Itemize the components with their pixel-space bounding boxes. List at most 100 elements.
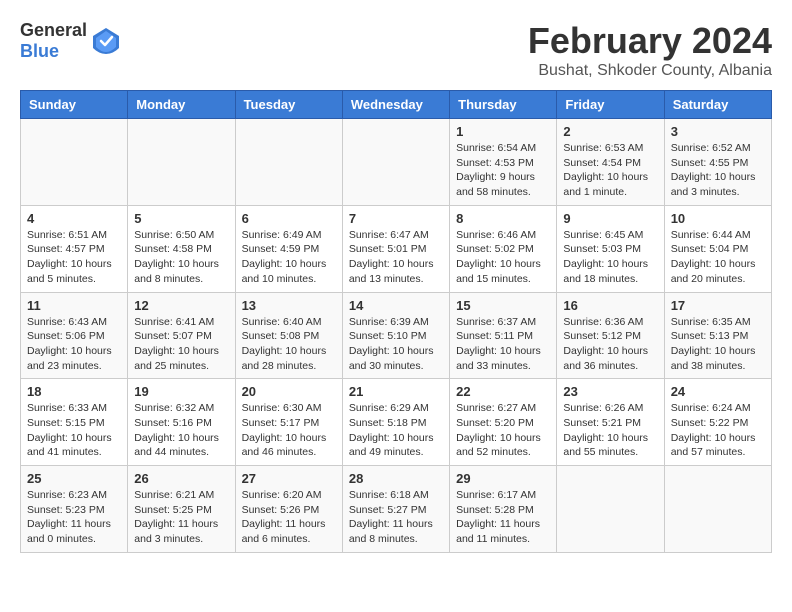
calendar-table: Sunday Monday Tuesday Wednesday Thursday…: [20, 90, 772, 553]
day-number: 24: [671, 384, 765, 399]
day-number: 21: [349, 384, 443, 399]
calendar-cell: 12 Sunrise: 6:41 AMSunset: 5:07 PMDayligh…: [128, 292, 235, 379]
day-number: 7: [349, 211, 443, 226]
calendar-cell: 25 Sunrise: 6:23 AMSunset: 5:23 PMDayligh…: [21, 466, 128, 553]
day-info: Sunrise: 6:51 AMSunset: 4:57 PMDaylight:…: [27, 228, 121, 287]
calendar-cell: [557, 466, 664, 553]
day-info: Sunrise: 6:20 AMSunset: 5:26 PMDaylight:…: [242, 488, 336, 547]
calendar-week-row: 1 Sunrise: 6:54 AMSunset: 4:53 PMDaylight…: [21, 119, 772, 206]
day-number: 5: [134, 211, 228, 226]
calendar-cell: 14Sunrise: 6:39 AMSunset: 5:10 PMDayligh…: [342, 292, 449, 379]
day-info: Sunrise: 6:24 AMSunset: 5:22 PMDaylight:…: [671, 401, 765, 460]
day-info: Sunrise: 6:30 AMSunset: 5:17 PMDaylight:…: [242, 401, 336, 460]
col-thursday: Thursday: [450, 91, 557, 119]
logo-general: General: [20, 20, 87, 40]
calendar-week-row: 18 Sunrise: 6:33 AMSunset: 5:15 PMDayligh…: [21, 379, 772, 466]
day-info: Sunrise: 6:43 AMSunset: 5:06 PMDaylight:…: [27, 315, 121, 374]
day-number: 3: [671, 124, 765, 139]
day-info: Sunrise: 6:52 AMSunset: 4:55 PMDaylight:…: [671, 141, 765, 200]
logo: General Blue: [20, 20, 121, 62]
calendar-cell: 20 Sunrise: 6:30 AMSunset: 5:17 PMDayligh…: [235, 379, 342, 466]
calendar-cell: [128, 119, 235, 206]
main-title: February 2024: [528, 20, 772, 62]
calendar-week-row: 11 Sunrise: 6:43 AMSunset: 5:06 PMDayligh…: [21, 292, 772, 379]
col-monday: Monday: [128, 91, 235, 119]
day-number: 10: [671, 211, 765, 226]
calendar-cell: 2Sunrise: 6:53 AMSunset: 4:54 PMDaylight…: [557, 119, 664, 206]
day-number: 16: [563, 298, 657, 313]
day-number: 13: [242, 298, 336, 313]
day-number: 12: [134, 298, 228, 313]
day-info: Sunrise: 6:26 AMSunset: 5:21 PMDaylight:…: [563, 401, 657, 460]
calendar-cell: 8Sunrise: 6:46 AMSunset: 5:02 PMDaylight…: [450, 205, 557, 292]
day-number: 18: [27, 384, 121, 399]
day-info: Sunrise: 6:40 AMSunset: 5:08 PMDaylight:…: [242, 315, 336, 374]
day-info: Sunrise: 6:29 AMSunset: 5:18 PMDaylight:…: [349, 401, 443, 460]
subtitle: Bushat, Shkoder County, Albania: [528, 62, 772, 80]
calendar-cell: 15 Sunrise: 6:37 AMSunset: 5:11 PMDayligh…: [450, 292, 557, 379]
calendar-cell: 23 Sunrise: 6:26 AMSunset: 5:21 PMDayligh…: [557, 379, 664, 466]
day-number: 4: [27, 211, 121, 226]
day-number: 26: [134, 471, 228, 486]
calendar-cell: 16Sunrise: 6:36 AMSunset: 5:12 PMDayligh…: [557, 292, 664, 379]
calendar-cell: 22Sunrise: 6:27 AMSunset: 5:20 PMDayligh…: [450, 379, 557, 466]
day-info: Sunrise: 6:45 AMSunset: 5:03 PMDaylight:…: [563, 228, 657, 287]
calendar-header-row: Sunday Monday Tuesday Wednesday Thursday…: [21, 91, 772, 119]
day-info: Sunrise: 6:18 AMSunset: 5:27 PMDaylight:…: [349, 488, 443, 547]
day-info: Sunrise: 6:17 AMSunset: 5:28 PMDaylight:…: [456, 488, 550, 547]
day-info: Sunrise: 6:41 AMSunset: 5:07 PMDaylight:…: [134, 315, 228, 374]
calendar-cell: 29 Sunrise: 6:17 AMSunset: 5:28 PMDayligh…: [450, 466, 557, 553]
day-number: 11: [27, 298, 121, 313]
day-number: 1: [456, 124, 550, 139]
day-info: Sunrise: 6:47 AMSunset: 5:01 PMDaylight:…: [349, 228, 443, 287]
day-number: 27: [242, 471, 336, 486]
day-info: Sunrise: 6:50 AMSunset: 4:58 PMDaylight:…: [134, 228, 228, 287]
day-number: 2: [563, 124, 657, 139]
day-info: Sunrise: 6:21 AMSunset: 5:25 PMDaylight:…: [134, 488, 228, 547]
day-info: Sunrise: 6:23 AMSunset: 5:23 PMDaylight:…: [27, 488, 121, 547]
day-number: 17: [671, 298, 765, 313]
calendar-cell: 17Sunrise: 6:35 AMSunset: 5:13 PMDayligh…: [664, 292, 771, 379]
day-info: Sunrise: 6:33 AMSunset: 5:15 PMDaylight:…: [27, 401, 121, 460]
calendar-cell: 28Sunrise: 6:18 AMSunset: 5:27 PMDayligh…: [342, 466, 449, 553]
day-number: 23: [563, 384, 657, 399]
calendar-cell: 21 Sunrise: 6:29 AMSunset: 5:18 PMDayligh…: [342, 379, 449, 466]
day-info: Sunrise: 6:54 AMSunset: 4:53 PMDaylight:…: [456, 141, 550, 200]
calendar-cell: 24 Sunrise: 6:24 AMSunset: 5:22 PMDayligh…: [664, 379, 771, 466]
calendar-cell: 6 Sunrise: 6:49 AMSunset: 4:59 PMDaylight…: [235, 205, 342, 292]
day-number: 20: [242, 384, 336, 399]
calendar-cell: 13 Sunrise: 6:40 AMSunset: 5:08 PMDayligh…: [235, 292, 342, 379]
day-info: Sunrise: 6:37 AMSunset: 5:11 PMDaylight:…: [456, 315, 550, 374]
day-info: Sunrise: 6:49 AMSunset: 4:59 PMDaylight:…: [242, 228, 336, 287]
col-friday: Friday: [557, 91, 664, 119]
calendar-cell: 27 Sunrise: 6:20 AMSunset: 5:26 PMDayligh…: [235, 466, 342, 553]
calendar-cell: 19 Sunrise: 6:32 AMSunset: 5:16 PMDayligh…: [128, 379, 235, 466]
calendar-cell: 18 Sunrise: 6:33 AMSunset: 5:15 PMDayligh…: [21, 379, 128, 466]
calendar-cell: [235, 119, 342, 206]
title-area: February 2024 Bushat, Shkoder County, Al…: [528, 20, 772, 80]
day-number: 9: [563, 211, 657, 226]
page-header: General Blue February 2024 Bushat, Shkod…: [20, 20, 772, 80]
day-number: 14: [349, 298, 443, 313]
calendar-cell: 11 Sunrise: 6:43 AMSunset: 5:06 PMDayligh…: [21, 292, 128, 379]
col-saturday: Saturday: [664, 91, 771, 119]
day-number: 15: [456, 298, 550, 313]
calendar-cell: 9 Sunrise: 6:45 AMSunset: 5:03 PMDaylight…: [557, 205, 664, 292]
day-info: Sunrise: 6:46 AMSunset: 5:02 PMDaylight:…: [456, 228, 550, 287]
col-wednesday: Wednesday: [342, 91, 449, 119]
day-number: 19: [134, 384, 228, 399]
col-sunday: Sunday: [21, 91, 128, 119]
calendar-cell: 26 Sunrise: 6:21 AMSunset: 5:25 PMDayligh…: [128, 466, 235, 553]
day-number: 29: [456, 471, 550, 486]
day-number: 25: [27, 471, 121, 486]
calendar-cell: [664, 466, 771, 553]
calendar-cell: 5 Sunrise: 6:50 AMSunset: 4:58 PMDaylight…: [128, 205, 235, 292]
calendar-cell: [21, 119, 128, 206]
day-info: Sunrise: 6:32 AMSunset: 5:16 PMDaylight:…: [134, 401, 228, 460]
col-tuesday: Tuesday: [235, 91, 342, 119]
calendar-cell: 1 Sunrise: 6:54 AMSunset: 4:53 PMDaylight…: [450, 119, 557, 206]
day-info: Sunrise: 6:27 AMSunset: 5:20 PMDaylight:…: [456, 401, 550, 460]
logo-blue: Blue: [20, 41, 59, 61]
day-number: 6: [242, 211, 336, 226]
calendar-cell: 4 Sunrise: 6:51 AMSunset: 4:57 PMDaylight…: [21, 205, 128, 292]
